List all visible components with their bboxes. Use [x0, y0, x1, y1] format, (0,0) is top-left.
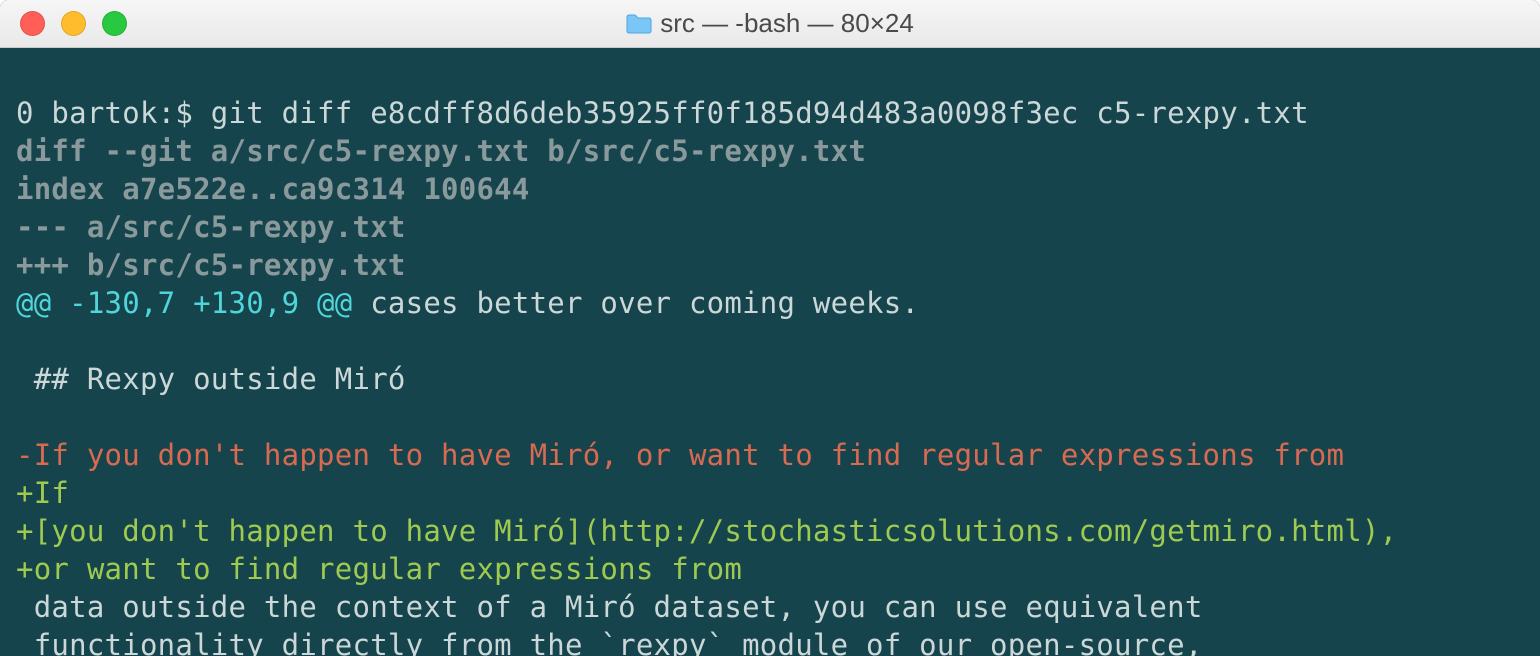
- window-title-text: src — -bash — 80×24: [660, 8, 914, 39]
- diff-added-line: +[you don't happen to have Miró](http://…: [16, 514, 1397, 548]
- context-line: data outside the context of a Miró datas…: [16, 590, 1203, 624]
- diff-file-b-line: +++ b/src/c5-rexpy.txt: [16, 248, 406, 282]
- diff-added-line: +or want to find regular expressions fro…: [16, 552, 742, 586]
- diff-file-a-line: --- a/src/c5-rexpy.txt: [16, 210, 406, 244]
- prompt-line: 0 bartok:$ git diff e8cdff8d6deb35925ff0…: [16, 96, 1309, 130]
- minimize-button[interactable]: [61, 11, 86, 36]
- close-button[interactable]: [20, 11, 45, 36]
- context-line: [16, 400, 34, 434]
- context-line: [16, 324, 34, 358]
- diff-removed-line: -If you don't happen to have Miró, or wa…: [16, 438, 1344, 472]
- context-line: functionality directly from the `rexpy` …: [16, 628, 1203, 656]
- traffic-lights: [0, 11, 127, 36]
- hunk-header: @@ -130,7 +130,9 @@: [16, 286, 352, 320]
- terminal-window: src — -bash — 80×24 0 bartok:$ git diff …: [0, 0, 1540, 656]
- diff-header-line: diff --git a/src/c5-rexpy.txt b/src/c5-r…: [16, 134, 866, 168]
- folder-icon: [626, 13, 652, 35]
- window-titlebar[interactable]: src — -bash — 80×24: [0, 0, 1540, 48]
- hunk-trail: cases better over coming weeks.: [352, 286, 919, 320]
- diff-added-line: +If: [16, 476, 69, 510]
- window-title: src — -bash — 80×24: [0, 8, 1540, 39]
- diff-index-line: index a7e522e..ca9c314 100644: [16, 172, 530, 206]
- fullscreen-button[interactable]: [102, 11, 127, 36]
- terminal-body[interactable]: 0 bartok:$ git diff e8cdff8d6deb35925ff0…: [0, 48, 1540, 656]
- context-line: ## Rexpy outside Miró: [16, 362, 406, 396]
